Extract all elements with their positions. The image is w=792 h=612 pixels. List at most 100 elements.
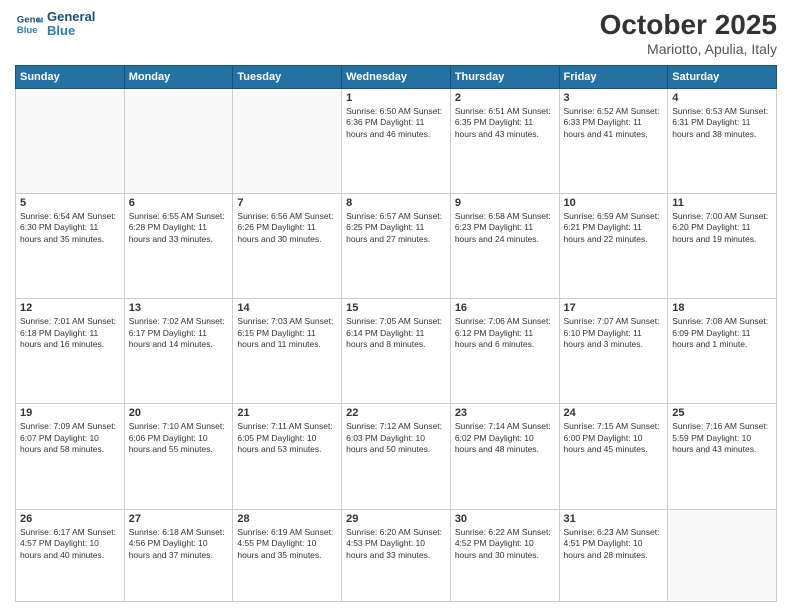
day-info: Sunrise: 6:53 AM Sunset: 6:31 PM Dayligh… [672,106,772,140]
title-block: October 2025 Mariotto, Apulia, Italy [600,10,777,57]
calendar-week-row: 5Sunrise: 6:54 AM Sunset: 6:30 PM Daylig… [16,194,777,299]
day-number: 28 [237,513,337,525]
day-info: Sunrise: 7:06 AM Sunset: 6:12 PM Dayligh… [455,316,555,350]
calendar-day-cell: 21Sunrise: 7:11 AM Sunset: 6:05 PM Dayli… [233,404,342,509]
day-number: 8 [346,197,446,209]
day-info: Sunrise: 7:00 AM Sunset: 6:20 PM Dayligh… [672,211,772,245]
day-number: 10 [564,197,664,209]
calendar-day-cell: 26 Sunrise: 6:17 AM Sunset: 4:57 PM Dayli… [16,509,125,601]
day-number: 16 [455,302,555,314]
day-info: Sunrise: 6:58 AM Sunset: 6:23 PM Dayligh… [455,211,555,245]
calendar-day-cell: 9 Sunrise: 6:58 AM Sunset: 6:23 PM Daylig… [450,194,559,299]
day-info: Sunrise: 6:17 AM Sunset: 4:57 PM Dayligh… [20,527,120,561]
weekday-header: Wednesday [342,65,451,88]
day-number: 27 [129,513,229,525]
calendar-day-cell [124,88,233,193]
day-number: 2 [455,92,555,104]
day-info: Sunrise: 7:09 AM Sunset: 6:07 PM Dayligh… [20,421,120,455]
day-info: Sunrise: 6:19 AM Sunset: 4:55 PM Dayligh… [237,527,337,561]
day-info: Sunrise: 6:23 AM Sunset: 4:51 PM Dayligh… [564,527,664,561]
calendar-day-cell: 5Sunrise: 6:54 AM Sunset: 6:30 PM Daylig… [16,194,125,299]
day-info: Sunrise: 6:57 AM Sunset: 6:25 PM Dayligh… [346,211,446,245]
svg-text:Blue: Blue [17,25,38,36]
day-info: Sunrise: 6:18 AM Sunset: 4:56 PM Dayligh… [129,527,229,561]
day-number: 1 [346,92,446,104]
day-number: 20 [129,407,229,419]
calendar-day-cell: 25Sunrise: 7:16 AM Sunset: 5:59 PM Dayli… [668,404,777,509]
calendar-week-row: 26 Sunrise: 6:17 AM Sunset: 4:57 PM Dayli… [16,509,777,601]
day-info: Sunrise: 6:59 AM Sunset: 6:21 PM Dayligh… [564,211,664,245]
day-info: Sunrise: 7:08 AM Sunset: 6:09 PM Dayligh… [672,316,772,350]
day-info: Sunrise: 7:15 AM Sunset: 6:00 PM Dayligh… [564,421,664,455]
weekday-header: Saturday [668,65,777,88]
day-info: Sunrise: 7:07 AM Sunset: 6:10 PM Dayligh… [564,316,664,350]
day-number: 31 [564,513,664,525]
day-number: 3 [564,92,664,104]
day-number: 26 [20,513,120,525]
calendar-day-cell: 13 Sunrise: 7:02 AM Sunset: 6:17 PM Dayli… [124,299,233,404]
day-number: 19 [20,407,120,419]
calendar-day-cell: 2 Sunrise: 6:51 AM Sunset: 6:35 PM Daylig… [450,88,559,193]
day-info: Sunrise: 6:56 AM Sunset: 6:26 PM Dayligh… [237,211,337,245]
calendar-day-cell [233,88,342,193]
day-number: 14 [237,302,337,314]
calendar-header-row: SundayMondayTuesdayWednesdayThursdayFrid… [16,65,777,88]
day-info: Sunrise: 7:14 AM Sunset: 6:02 PM Dayligh… [455,421,555,455]
calendar-day-cell: 1 Sunrise: 6:50 AM Sunset: 6:36 PM Daylig… [342,88,451,193]
day-number: 21 [237,407,337,419]
day-number: 13 [129,302,229,314]
calendar-day-cell: 18Sunrise: 7:08 AM Sunset: 6:09 PM Dayli… [668,299,777,404]
day-info: Sunrise: 6:22 AM Sunset: 4:52 PM Dayligh… [455,527,555,561]
calendar-table: SundayMondayTuesdayWednesdayThursdayFrid… [15,65,777,602]
month-title: October 2025 [600,10,777,41]
day-info: Sunrise: 6:20 AM Sunset: 4:53 PM Dayligh… [346,527,446,561]
day-number: 12 [20,302,120,314]
weekday-header: Monday [124,65,233,88]
weekday-header: Tuesday [233,65,342,88]
day-number: 4 [672,92,772,104]
day-number: 9 [455,197,555,209]
day-info: Sunrise: 7:03 AM Sunset: 6:15 PM Dayligh… [237,316,337,350]
day-info: Sunrise: 6:51 AM Sunset: 6:35 PM Dayligh… [455,106,555,140]
day-info: Sunrise: 6:50 AM Sunset: 6:36 PM Dayligh… [346,106,446,140]
day-info: Sunrise: 7:10 AM Sunset: 6:06 PM Dayligh… [129,421,229,455]
logo: General Blue General Blue [15,10,95,39]
day-info: Sunrise: 7:05 AM Sunset: 6:14 PM Dayligh… [346,316,446,350]
day-info: Sunrise: 6:52 AM Sunset: 6:33 PM Dayligh… [564,106,664,140]
calendar-day-cell [16,88,125,193]
calendar-day-cell [668,509,777,601]
calendar-day-cell: 10 Sunrise: 6:59 AM Sunset: 6:21 PM Dayli… [559,194,668,299]
calendar-day-cell: 7Sunrise: 6:56 AM Sunset: 6:26 PM Daylig… [233,194,342,299]
calendar-day-cell: 17Sunrise: 7:07 AM Sunset: 6:10 PM Dayli… [559,299,668,404]
header: General Blue General Blue October 2025 M… [15,10,777,57]
day-info: Sunrise: 7:01 AM Sunset: 6:18 PM Dayligh… [20,316,120,350]
day-info: Sunrise: 7:12 AM Sunset: 6:03 PM Dayligh… [346,421,446,455]
calendar-day-cell: 15 Sunrise: 7:05 AM Sunset: 6:14 PM Dayli… [342,299,451,404]
calendar-day-cell: 31 Sunrise: 6:23 AM Sunset: 4:51 PM Dayli… [559,509,668,601]
calendar-day-cell: 29Sunrise: 6:20 AM Sunset: 4:53 PM Dayli… [342,509,451,601]
logo-general: General [47,10,95,24]
weekday-header: Friday [559,65,668,88]
calendar-day-cell: 27 Sunrise: 6:18 AM Sunset: 4:56 PM Dayli… [124,509,233,601]
day-number: 22 [346,407,446,419]
location-subtitle: Mariotto, Apulia, Italy [600,41,777,57]
calendar-week-row: 12 Sunrise: 7:01 AM Sunset: 6:18 PM Dayli… [16,299,777,404]
calendar-day-cell: 24 Sunrise: 7:15 AM Sunset: 6:00 PM Dayli… [559,404,668,509]
calendar-week-row: 19 Sunrise: 7:09 AM Sunset: 6:07 PM Dayli… [16,404,777,509]
logo-blue: Blue [47,24,95,38]
calendar-day-cell: 3 Sunrise: 6:52 AM Sunset: 6:33 PM Daylig… [559,88,668,193]
calendar-week-row: 1 Sunrise: 6:50 AM Sunset: 6:36 PM Daylig… [16,88,777,193]
day-info: Sunrise: 7:02 AM Sunset: 6:17 PM Dayligh… [129,316,229,350]
calendar-day-cell: 30 Sunrise: 6:22 AM Sunset: 4:52 PM Dayli… [450,509,559,601]
calendar-day-cell: 16 Sunrise: 7:06 AM Sunset: 6:12 PM Dayli… [450,299,559,404]
day-number: 30 [455,513,555,525]
calendar-day-cell: 22 Sunrise: 7:12 AM Sunset: 6:03 PM Dayli… [342,404,451,509]
day-number: 11 [672,197,772,209]
day-info: Sunrise: 7:16 AM Sunset: 5:59 PM Dayligh… [672,421,772,455]
day-number: 24 [564,407,664,419]
calendar-day-cell: 23Sunrise: 7:14 AM Sunset: 6:02 PM Dayli… [450,404,559,509]
logo-icon: General Blue [15,10,43,38]
day-info: Sunrise: 6:55 AM Sunset: 6:28 PM Dayligh… [129,211,229,245]
calendar-day-cell: 28 Sunrise: 6:19 AM Sunset: 4:55 PM Dayli… [233,509,342,601]
day-number: 15 [346,302,446,314]
